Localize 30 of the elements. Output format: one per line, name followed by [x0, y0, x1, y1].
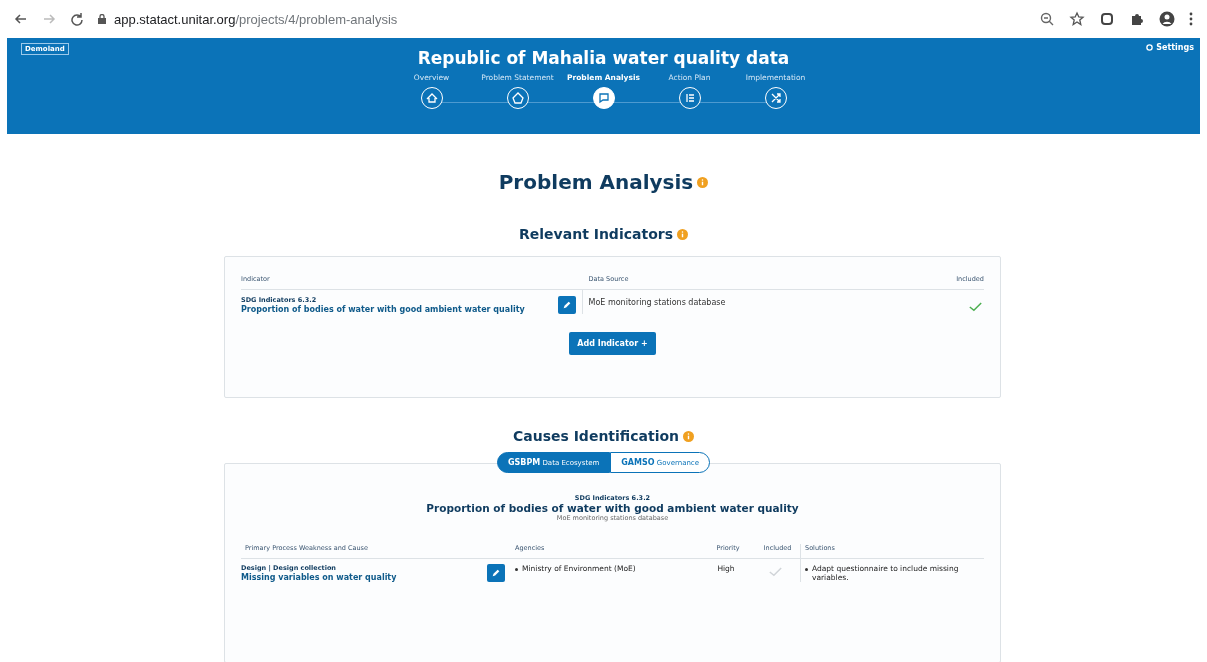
weakness-title: Missing variables on water quality: [241, 573, 397, 582]
section-heading: Causes Identification: [512, 428, 680, 444]
indicator-name: Proportion of bodies of water with good ambient water quality: [241, 305, 525, 314]
step-icon[interactable]: [592, 87, 615, 109]
step-icon[interactable]: [764, 87, 787, 109]
edit-button[interactable]: [557, 296, 576, 314]
puzzle-icon[interactable]: [1129, 11, 1145, 27]
profile-icon[interactable]: [1159, 11, 1175, 27]
star-icon[interactable]: [1069, 11, 1085, 27]
settings-link[interactable]: Settings: [1146, 43, 1194, 52]
bullet-icon: [515, 568, 518, 571]
page-title: Problem Analysis: [498, 170, 694, 194]
add-indicator-button[interactable]: Add Indicator +: [569, 332, 656, 355]
edit-button[interactable]: [487, 564, 505, 582]
pencil-icon: [491, 568, 501, 578]
bullet-icon: [805, 568, 808, 571]
zoom-icon[interactable]: [1039, 11, 1055, 27]
lock-icon: [98, 14, 106, 24]
section-heading: Relevant Indicators: [519, 226, 673, 242]
address-bar[interactable]: app.statact.unitar.org/projects/4/problem-analysis: [114, 11, 398, 27]
data-source: MoE monitoring stations database: [587, 297, 727, 309]
reload-icon[interactable]: [70, 12, 84, 26]
step-icon[interactable]: [420, 87, 443, 109]
pencil-icon: [561, 300, 572, 310]
back-icon[interactable]: [14, 12, 28, 26]
project-title: Republic of Mahalia water quality data: [417, 48, 790, 68]
step-icon[interactable]: [678, 87, 701, 109]
indicator-name: Proportion of bodies of water with good ambient water quality: [426, 502, 799, 514]
step-icon[interactable]: [506, 87, 529, 109]
more-icon[interactable]: [1189, 11, 1193, 27]
